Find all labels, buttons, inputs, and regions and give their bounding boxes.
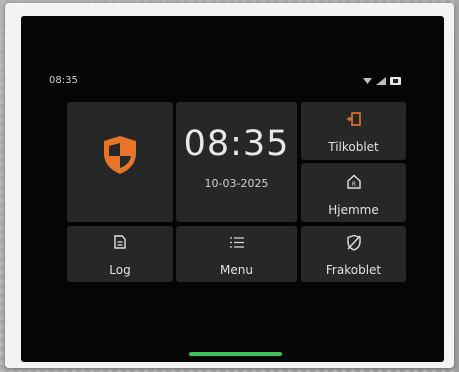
disarmed-label: Frakoblet: [325, 263, 382, 277]
signal-icon: [376, 77, 386, 85]
disarmed-button[interactable]: Frakoblet: [301, 226, 406, 282]
menu-button[interactable]: Menu: [176, 226, 297, 282]
clock-tile: 08:35 10-03-2025: [176, 102, 297, 222]
clock-date: 10-03-2025: [204, 177, 269, 190]
home-mode-label: Hjemme: [328, 203, 379, 217]
menu-icon: [229, 237, 244, 248]
svg-text:R: R: [351, 181, 355, 188]
armed-button[interactable]: Tilkoblet: [301, 102, 406, 160]
armed-label: Tilkoblet: [328, 140, 379, 154]
home-icon: R: [346, 174, 361, 189]
wifi-icon: [363, 78, 372, 84]
menu-label: Menu: [220, 263, 253, 277]
home-indicator-bar[interactable]: [189, 352, 282, 356]
log-label: Log: [109, 263, 131, 277]
log-button[interactable]: Log: [67, 226, 173, 282]
status-icons: [363, 77, 401, 85]
battery-icon: [390, 77, 401, 85]
security-status-tile[interactable]: [67, 102, 173, 222]
shield-icon: [104, 136, 136, 174]
door-icon: [346, 112, 361, 126]
status-time: 08:35: [49, 75, 78, 86]
status-bar: 08:35: [49, 75, 401, 91]
home-mode-button[interactable]: R Hjemme: [301, 163, 406, 222]
log-icon: [114, 235, 126, 249]
clock-time: 08:35: [183, 124, 290, 164]
shield-off-icon: [346, 234, 361, 251]
